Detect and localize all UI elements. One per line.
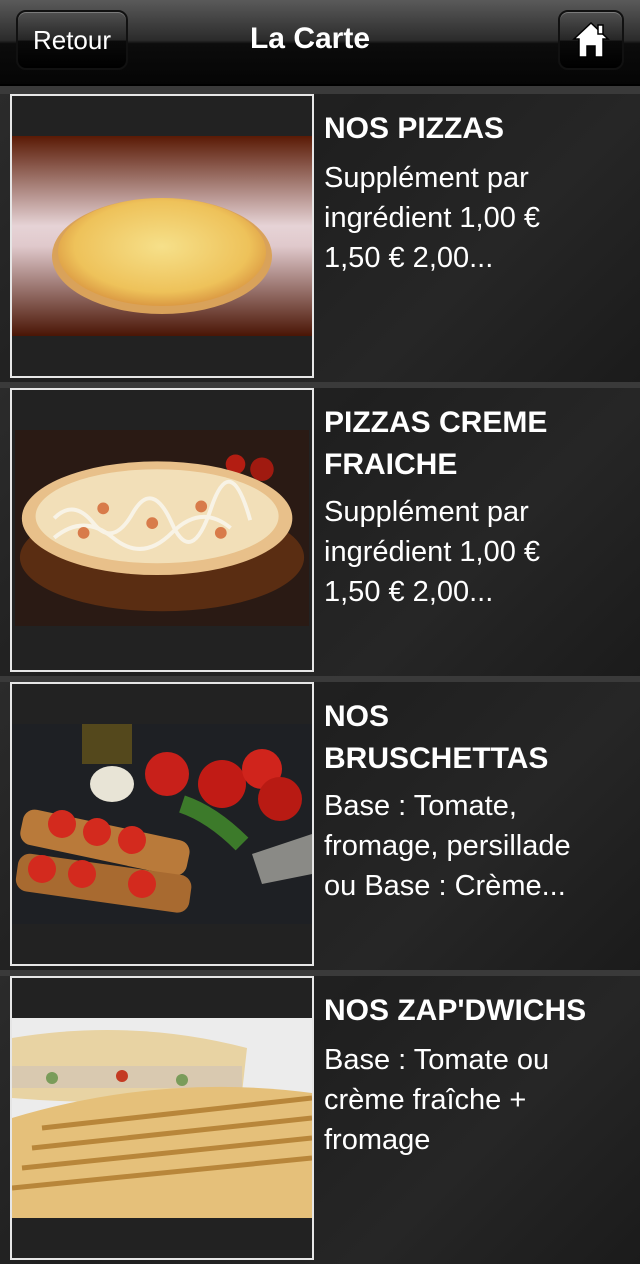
item-thumbnail (10, 388, 314, 672)
panini-photo (12, 1018, 312, 1218)
item-title: PIZZAS CREME FRAICHE (324, 406, 548, 481)
item-title: NOS BRUSCHETTAS (324, 700, 549, 775)
item-description: Base : Tomate, fromage, persillade ou Ba… (324, 790, 571, 902)
item-description: Base : Tomate ou crème fraîche + fromage (324, 1044, 550, 1156)
list-item[interactable]: NOS BRUSCHETTAS Base : Tomate, fromage, … (0, 682, 640, 970)
list-item[interactable]: PIZZAS CREME FRAICHE Supplément par ingr… (0, 388, 640, 676)
item-description: Supplément par ingrédient 1,00 € 1,50 € … (324, 162, 541, 274)
home-icon (572, 21, 610, 58)
navigation-bar: Retour La Carte (0, 0, 640, 86)
bruschetta-photo (12, 724, 312, 924)
list-item[interactable]: NOS PIZZAS Supplément par ingrédient 1,0… (0, 94, 640, 382)
item-thumbnail (10, 976, 314, 1260)
page-title: La Carte (249, 22, 371, 55)
list-item[interactable]: NOS ZAP'DWICHS Base : Tomate ou crème fr… (0, 976, 640, 1264)
item-title: NOS PIZZAS (324, 112, 505, 145)
pizza-cheese-photo (12, 136, 312, 336)
item-thumbnail (10, 682, 314, 966)
pizza-creme-fraiche-photo (15, 430, 309, 626)
back-button[interactable]: Retour (16, 10, 128, 70)
item-title: NOS ZAP'DWICHS (324, 994, 587, 1027)
home-button[interactable] (558, 10, 624, 70)
item-thumbnail (10, 94, 314, 378)
item-description: Supplément par ingrédient 1,00 € 1,50 € … (324, 496, 541, 608)
